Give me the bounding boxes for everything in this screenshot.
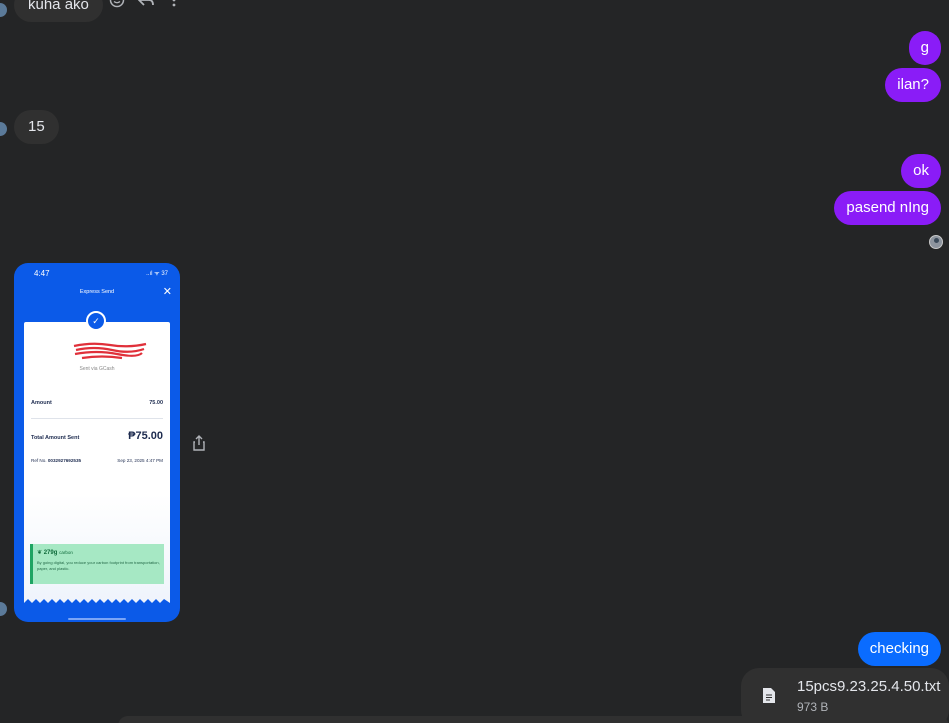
- total-row: Total Amount Sent ₱75.00: [31, 430, 163, 442]
- total-label: Total Amount Sent: [31, 435, 80, 441]
- emoji-react-icon[interactable]: [109, 0, 125, 8]
- message-outgoing[interactable]: ok: [901, 154, 941, 188]
- carbon-value: 279g: [43, 550, 58, 556]
- leaf-icon: ❦: [37, 550, 43, 556]
- message-incoming[interactable]: 15: [14, 110, 59, 144]
- divider: [31, 418, 163, 419]
- seen-avatar-icon: [929, 235, 943, 249]
- receipt-edge: [24, 599, 170, 609]
- carbon-unit: carbon: [59, 550, 73, 555]
- share-icon[interactable]: [192, 435, 206, 451]
- message-outgoing[interactable]: pasend nIng: [834, 191, 941, 225]
- ref-label: Ref No.: [31, 458, 47, 463]
- message-composer[interactable]: [118, 716, 949, 723]
- sent-via: Sent via GCash: [79, 366, 115, 372]
- status-icons: ..ıl ᯤ 37: [146, 271, 168, 277]
- receipt-title: Express Send: [79, 289, 115, 295]
- file-size: 973 B: [797, 700, 829, 714]
- message-outgoing[interactable]: ilan?: [885, 68, 941, 102]
- close-icon: ✕: [162, 286, 172, 298]
- file-name: 15pcs9.23.25.4.50.txt: [797, 678, 941, 695]
- amount-value: 75.00: [149, 400, 163, 406]
- total-value: ₱75.00: [128, 430, 163, 442]
- message-outgoing[interactable]: g: [908, 31, 941, 65]
- ref-row: Ref No. 0032927692535 Sep 23, 2025 4:47 …: [31, 458, 163, 463]
- reply-icon[interactable]: [138, 0, 154, 8]
- receipt-date: Sep 23, 2025 4:47 PM: [117, 458, 163, 463]
- carbon-banner: ❦ 279g carbon By going digital, you redu…: [30, 544, 164, 584]
- receipt-card: Sent via GCash Amount 75.00 Total Amount…: [24, 322, 170, 609]
- message-outgoing[interactable]: checking: [857, 632, 941, 666]
- home-indicator: [68, 618, 126, 620]
- status-time: 4:47: [34, 269, 50, 278]
- receipt-image[interactable]: 4:47 ..ıl ᯤ 37 Express Send ✕ ✓ Sent via…: [14, 263, 180, 622]
- ref-number: 0032927692535: [47, 458, 82, 463]
- carbon-description: By going digital, you reduce your carbon…: [37, 560, 160, 571]
- sender-avatar[interactable]: [0, 602, 7, 616]
- sender-avatar[interactable]: [0, 122, 7, 136]
- redaction-scribble: [73, 342, 147, 360]
- amount-label: Amount: [31, 400, 52, 406]
- check-icon: ✓: [86, 311, 106, 331]
- sender-avatar[interactable]: [0, 3, 7, 17]
- message-incoming[interactable]: kuha ako: [14, 0, 103, 22]
- amount-row: Amount 75.00: [31, 400, 163, 406]
- more-options-icon[interactable]: [166, 0, 182, 8]
- file-attachment[interactable]: 15pcs9.23.25.4.50.txt 973 B: [741, 668, 949, 723]
- file-icon: [763, 688, 775, 703]
